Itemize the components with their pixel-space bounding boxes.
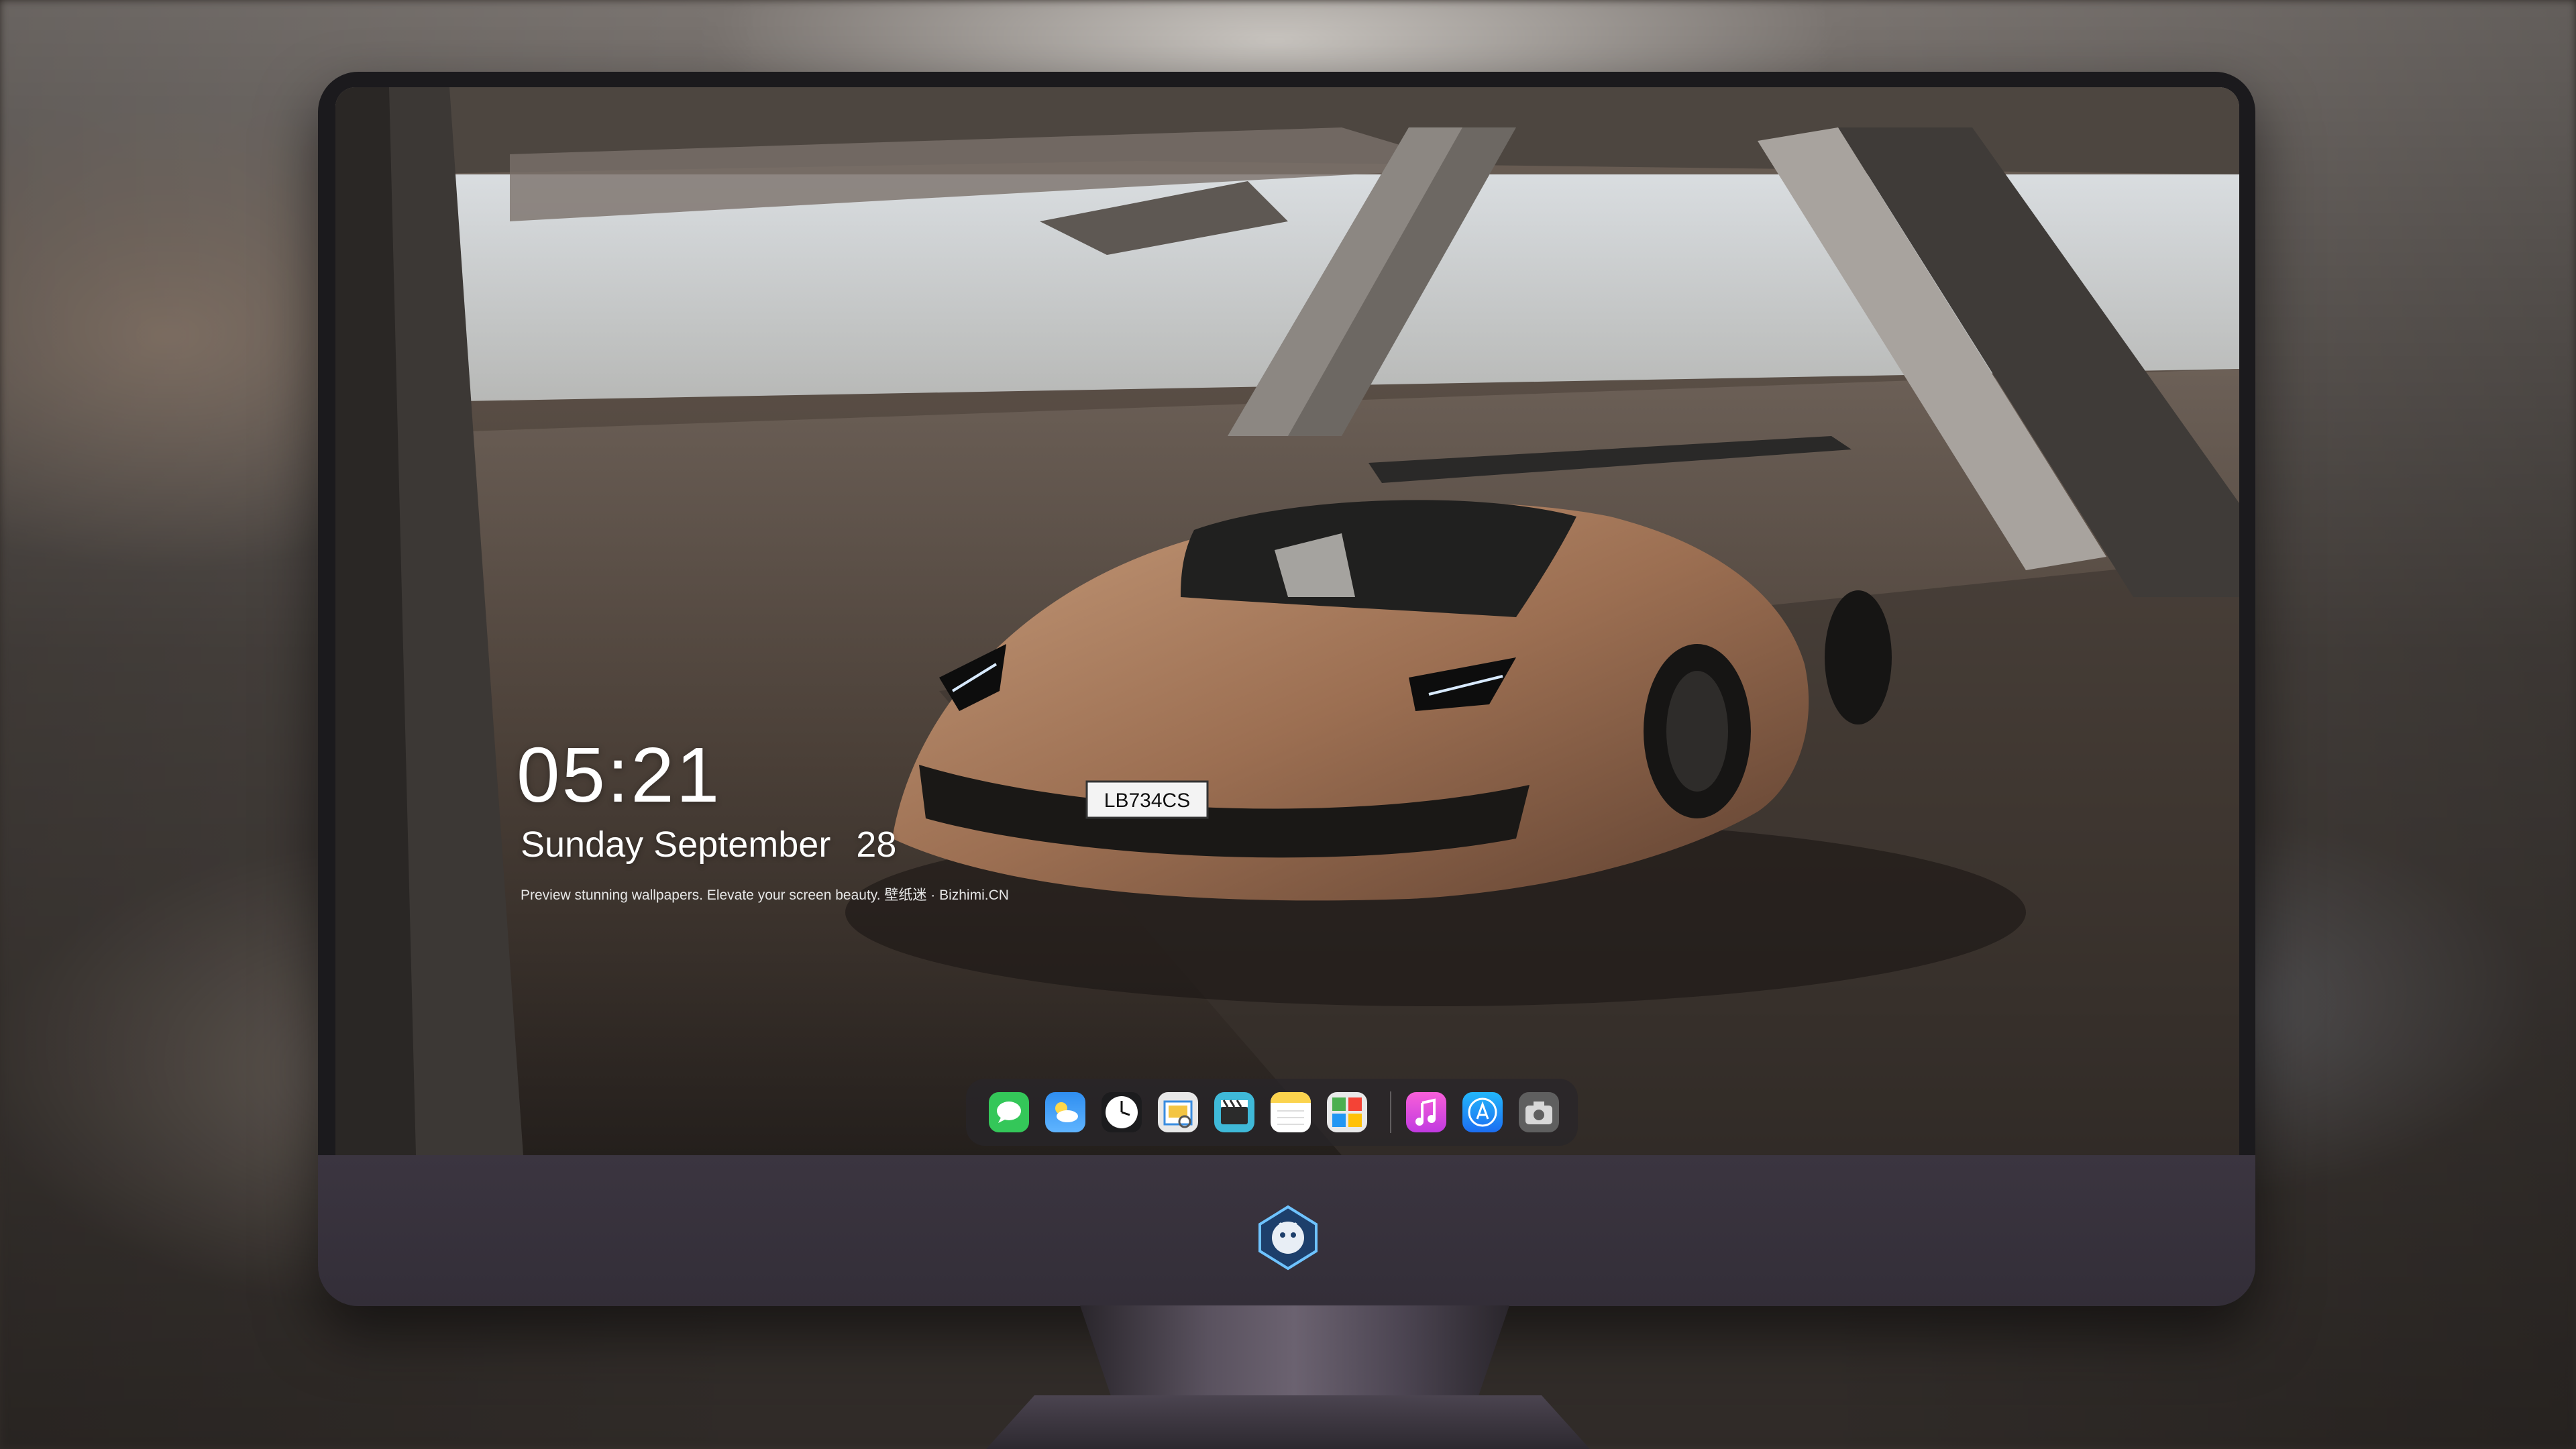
- date-weekday-month: Sunday September: [521, 824, 831, 865]
- page: LB734CS 05:21 Sunday September 28 Preview…: [0, 0, 2576, 1449]
- wallpaper-tagline: Preview stunning wallpapers. Elevate you…: [521, 888, 1009, 903]
- weather-icon[interactable]: [1045, 1092, 1085, 1132]
- monitor-stand: [1080, 1305, 1509, 1406]
- preview-icon[interactable]: [1158, 1092, 1198, 1132]
- dock-separator: [1390, 1091, 1391, 1133]
- car-wallpaper: LB734CS: [335, 87, 2239, 1155]
- app-store-icon[interactable]: [1462, 1092, 1503, 1132]
- notes-icon[interactable]: [1271, 1092, 1311, 1132]
- date-day: 28: [856, 824, 897, 865]
- music-icon[interactable]: [1406, 1092, 1446, 1132]
- monitor-stand-base: [986, 1395, 1590, 1449]
- messages-icon[interactable]: [989, 1092, 1029, 1132]
- lock-screen-date: Sunday September 28: [521, 824, 896, 865]
- dock: [966, 1079, 1578, 1146]
- lock-screen-clock: 05:21: [517, 731, 722, 818]
- camera-icon[interactable]: [1519, 1092, 1559, 1132]
- screen: LB734CS 05:21 Sunday September 28 Preview…: [335, 87, 2239, 1155]
- license-plate-text: LB734CS: [1104, 790, 1190, 812]
- dragon-badge-logo: [1258, 1205, 1318, 1271]
- photo-booth-icon[interactable]: [1327, 1092, 1367, 1132]
- clock-icon[interactable]: [1102, 1092, 1142, 1132]
- clips-icon[interactable]: [1214, 1092, 1254, 1132]
